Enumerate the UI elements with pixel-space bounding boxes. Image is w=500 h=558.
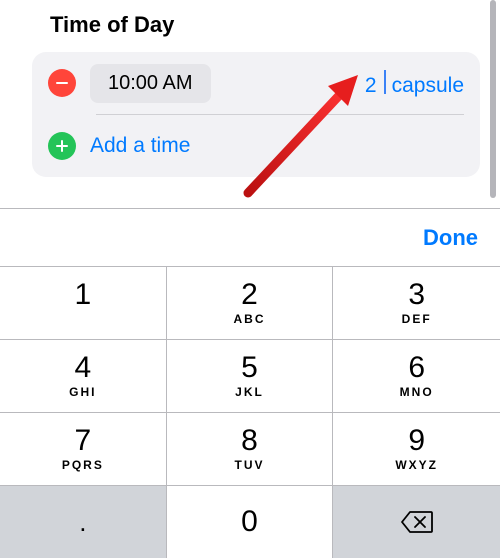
key-8[interactable]: 8 TUV (167, 412, 334, 485)
numeric-keypad: 1 2 ABC 3 DEF 4 GHI 5 JKL 6 MNO 7 PQRS 8… (0, 266, 500, 558)
key-9[interactable]: 9 WXYZ (333, 412, 500, 485)
key-0-num: 0 (241, 507, 258, 537)
key-0[interactable]: 0 (167, 485, 334, 558)
key-5[interactable]: 5 JKL (167, 339, 334, 412)
backspace-icon (401, 511, 433, 533)
section-title: Time of Day (50, 12, 500, 38)
key-2-sub: ABC (233, 312, 265, 326)
key-2-num: 2 (241, 280, 258, 310)
key-7-num: 7 (74, 426, 91, 456)
key-4-num: 4 (74, 353, 91, 383)
scrollbar[interactable] (490, 0, 496, 198)
key-dot[interactable]: . (0, 485, 167, 558)
key-1-num: 1 (74, 280, 91, 310)
key-9-sub: WXYZ (395, 458, 438, 472)
dose-field[interactable]: 2 capsule (365, 68, 464, 98)
remove-time-button[interactable] (48, 69, 76, 97)
key-5-sub: JKL (235, 385, 264, 399)
key-8-sub: TUV (234, 458, 264, 472)
key-7-sub: PQRS (62, 458, 104, 472)
key-7[interactable]: 7 PQRS (0, 412, 167, 485)
key-3-sub: DEF (402, 312, 432, 326)
key-5-num: 5 (241, 353, 258, 383)
key-4[interactable]: 4 GHI (0, 339, 167, 412)
schedule-card: 10:00 AM 2 capsule Add a time (32, 52, 480, 177)
schedule-row: 10:00 AM 2 capsule (48, 52, 464, 114)
key-2[interactable]: 2 ABC (167, 266, 334, 339)
key-9-num: 9 (408, 426, 425, 456)
time-picker[interactable]: 10:00 AM (90, 64, 211, 103)
key-6-num: 6 (408, 353, 425, 383)
add-time-button[interactable] (48, 132, 76, 160)
done-button[interactable]: Done (423, 225, 478, 251)
key-3[interactable]: 3 DEF (333, 266, 500, 339)
add-time-label[interactable]: Add a time (90, 134, 190, 158)
key-1[interactable]: 1 (0, 266, 167, 339)
key-4-sub: GHI (69, 385, 96, 399)
keyboard-accessory-bar: Done (0, 208, 500, 266)
add-time-row[interactable]: Add a time (48, 115, 464, 177)
text-cursor (384, 70, 386, 94)
key-6-sub: MNO (400, 385, 434, 399)
key-3-num: 3 (408, 280, 425, 310)
key-backspace[interactable] (333, 485, 500, 558)
key-dot-label: . (79, 509, 86, 535)
key-6[interactable]: 6 MNO (333, 339, 500, 412)
dose-value[interactable]: 2 (365, 74, 377, 98)
key-8-num: 8 (241, 426, 258, 456)
dose-unit[interactable]: capsule (392, 74, 464, 98)
